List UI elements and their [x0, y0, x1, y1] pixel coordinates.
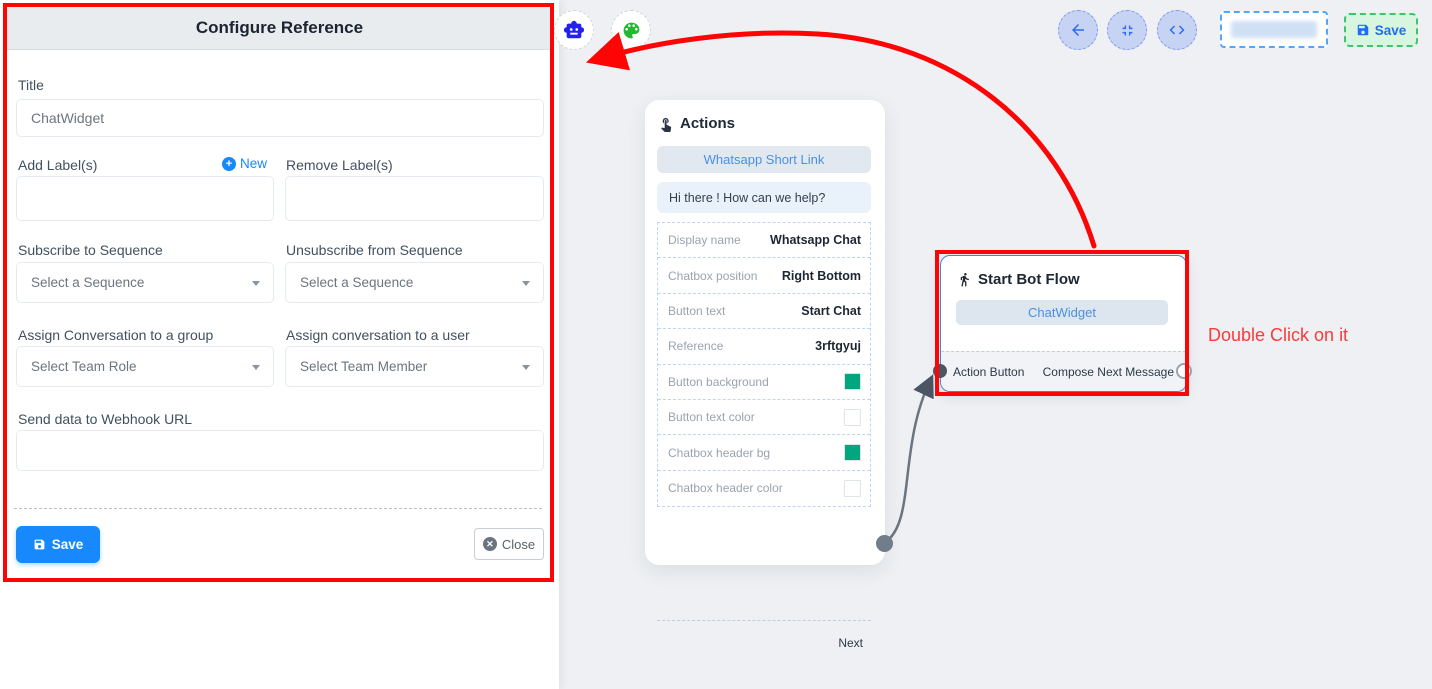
remove-labels-input[interactable]: [285, 176, 544, 221]
row-label: Button text color: [668, 410, 755, 424]
next-output-port[interactable]: [876, 535, 893, 552]
node-footer: Action Button Compose Next Message: [941, 351, 1186, 391]
subscribe-sequence-value: Select a Sequence: [31, 275, 144, 290]
compose-next-output-port[interactable]: [1176, 363, 1192, 379]
row-label: Chatbox header bg: [668, 446, 770, 460]
connector-path: [884, 381, 930, 543]
actions-node-card[interactable]: Actions Whatsapp Short Link Hi there ! H…: [645, 100, 885, 565]
compress-icon: [1119, 22, 1136, 39]
chevron-down-icon: [522, 365, 530, 370]
action-button-port-label: Action Button: [953, 365, 1024, 379]
table-row[interactable]: Button background: [658, 365, 870, 400]
code-button[interactable]: [1157, 10, 1197, 50]
color-swatch[interactable]: [844, 373, 861, 390]
table-row[interactable]: Chatbox header color: [658, 471, 870, 506]
table-row[interactable]: Chatbox position Right Bottom: [658, 258, 870, 293]
compose-next-message-port-label: Compose Next Message: [1043, 365, 1174, 379]
row-label: Reference: [668, 339, 723, 353]
annotation-text: Double Click on it: [1208, 325, 1348, 346]
actions-card-header: Actions: [658, 115, 735, 132]
webhook-label: Send data to Webhook URL: [18, 411, 192, 427]
table-row[interactable]: Button text Start Chat: [658, 294, 870, 329]
row-value: Right Bottom: [782, 269, 861, 283]
next-label: Next: [838, 636, 863, 650]
assign-user-label: Assign conversation to a user: [286, 327, 470, 343]
node-header: Start Bot Flow: [957, 271, 1080, 288]
panel-divider: [14, 508, 542, 509]
fit-view-button[interactable]: [1107, 10, 1147, 50]
flow-name-input[interactable]: [1220, 11, 1328, 48]
row-label: Chatbox header color: [668, 481, 783, 495]
action-button-input-port[interactable]: [933, 364, 947, 378]
chevron-down-icon: [252, 365, 260, 370]
assign-group-select[interactable]: Select Team Role: [16, 346, 274, 387]
chevron-down-icon: [522, 281, 530, 286]
remove-labels-label: Remove Label(s): [286, 157, 393, 173]
back-button[interactable]: [1058, 10, 1098, 50]
floppy-save-icon: [1356, 23, 1370, 37]
actions-properties-table: Display name Whatsapp Chat Chatbox posit…: [657, 222, 871, 507]
panel-close-label: Close: [502, 537, 535, 552]
unsubscribe-sequence-label: Unsubscribe from Sequence: [286, 242, 463, 258]
panel-header: Configure Reference: [7, 7, 552, 50]
panel-save-button[interactable]: Save: [16, 526, 100, 563]
plus-circle-icon: +: [222, 157, 236, 171]
row-value: 3rftgyuj: [815, 339, 861, 353]
actions-card-title: Actions: [680, 115, 735, 132]
row-label: Button background: [668, 375, 769, 389]
table-row[interactable]: Reference 3rftgyuj: [658, 329, 870, 364]
title-label: Title: [18, 77, 44, 93]
assign-group-label: Assign Conversation to a group: [18, 327, 213, 343]
new-label-link[interactable]: + New: [222, 156, 267, 171]
new-link-text: New: [240, 156, 267, 171]
palette-icon: [621, 20, 642, 41]
row-value: Whatsapp Chat: [770, 233, 861, 247]
toolbar-save-label: Save: [1375, 23, 1407, 38]
chatwidget-button[interactable]: ChatWidget: [956, 300, 1168, 325]
robot-icon: [563, 19, 585, 41]
subscribe-sequence-select[interactable]: Select a Sequence: [16, 262, 274, 303]
table-row[interactable]: Chatbox header bg: [658, 435, 870, 470]
toolbar-save-button[interactable]: Save: [1344, 13, 1418, 47]
title-input[interactable]: [16, 99, 544, 137]
floppy-save-icon: [33, 538, 46, 551]
webhook-input[interactable]: [16, 430, 544, 471]
redacted-text: [1231, 21, 1317, 38]
unsubscribe-sequence-value: Select a Sequence: [300, 275, 413, 290]
assign-group-value: Select Team Role: [31, 359, 137, 374]
row-label: Chatbox position: [668, 269, 757, 283]
start-bot-flow-node[interactable]: Start Bot Flow ChatWidget Action Button …: [940, 255, 1187, 392]
close-circle-icon: ✕: [483, 537, 497, 551]
panel-save-label: Save: [52, 537, 84, 552]
whatsapp-short-link-button[interactable]: Whatsapp Short Link: [657, 146, 871, 173]
row-label: Display name: [668, 233, 741, 247]
walking-person-icon: [957, 272, 972, 287]
assign-user-value: Select Team Member: [300, 359, 427, 374]
node-title: Start Bot Flow: [978, 271, 1080, 288]
code-icon: [1168, 21, 1186, 39]
assign-user-select[interactable]: Select Team Member: [285, 346, 544, 387]
arrow-left-icon: [1069, 21, 1087, 39]
theme-button[interactable]: [611, 10, 651, 50]
add-labels-input[interactable]: [16, 176, 274, 221]
color-swatch[interactable]: [844, 480, 861, 497]
table-row[interactable]: Button text color: [658, 400, 870, 435]
row-value: Start Chat: [801, 304, 861, 318]
panel-title: Configure Reference: [196, 18, 363, 38]
configure-reference-panel: Configure Reference Title Add Label(s) +…: [0, 0, 559, 689]
touch-app-icon: [658, 116, 674, 132]
table-row[interactable]: Display name Whatsapp Chat: [658, 223, 870, 258]
panel-close-button[interactable]: ✕ Close: [474, 528, 544, 560]
greeting-message: Hi there ! How can we help?: [657, 182, 871, 213]
color-swatch[interactable]: [844, 409, 861, 426]
card-footer-divider: [657, 620, 871, 621]
chevron-down-icon: [252, 281, 260, 286]
add-labels-label: Add Label(s): [18, 157, 97, 173]
bot-button[interactable]: [554, 10, 594, 50]
row-label: Button text: [668, 304, 725, 318]
subscribe-sequence-label: Subscribe to Sequence: [18, 242, 163, 258]
unsubscribe-sequence-select[interactable]: Select a Sequence: [285, 262, 544, 303]
color-swatch[interactable]: [844, 444, 861, 461]
